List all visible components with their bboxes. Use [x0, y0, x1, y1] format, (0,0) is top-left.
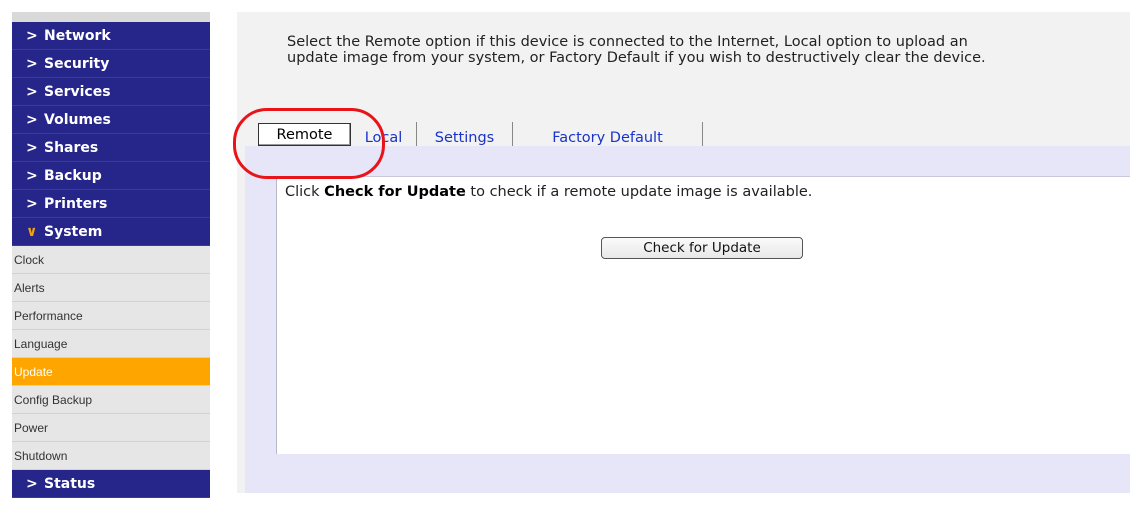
sidebar-item-system[interactable]: ∨ System [12, 218, 210, 246]
sidebar-item-label: System [44, 223, 103, 240]
sidebar-subitem-config-backup[interactable]: Config Backup [12, 386, 210, 414]
tab-remote[interactable]: Remote [258, 123, 351, 146]
chevron-right-icon: > [26, 27, 38, 44]
instructions-line-1: Select the Remote option if this device … [287, 34, 968, 50]
chevron-right-icon: > [26, 55, 38, 72]
tab-settings[interactable]: Settings [417, 122, 513, 146]
remote-update-message: Click Check for Update to check if a rem… [285, 184, 812, 200]
update-instructions: Select the Remote option if this device … [287, 34, 1117, 66]
sidebar-item-label: Shares [44, 139, 99, 156]
sidebar-item-label: Backup [44, 167, 102, 184]
chevron-right-icon: > [26, 111, 38, 128]
chevron-right-icon: > [26, 475, 38, 492]
sidebar-nav: > Network > Security > Services > Volume… [12, 22, 210, 498]
sidebar-item-volumes[interactable]: > Volumes [12, 106, 210, 134]
sidebar-item-label: Status [44, 475, 96, 492]
sidebar-subitem-clock[interactable]: Clock [12, 246, 210, 274]
sidebar-subitem-language[interactable]: Language [12, 330, 210, 358]
sidebar-item-label: Volumes [44, 111, 111, 128]
sidebar-item-label: Printers [44, 195, 108, 212]
message-prefix: Click [285, 184, 325, 200]
sidebar-item-services[interactable]: > Services [12, 78, 210, 106]
sidebar-subitem-shutdown[interactable]: Shutdown [12, 442, 210, 470]
sidebar-top-cap [12, 12, 210, 22]
tab-factory-default[interactable]: Factory Default [513, 122, 703, 146]
sidebar-item-label: Services [44, 83, 111, 100]
update-tabs: Remote Local Settings Factory Default [258, 122, 703, 146]
sidebar-subitem-alerts[interactable]: Alerts [12, 274, 210, 302]
tab-local[interactable]: Local [351, 122, 417, 146]
sidebar-subitem-power[interactable]: Power [12, 414, 210, 442]
sidebar-item-backup[interactable]: > Backup [12, 162, 210, 190]
chevron-down-icon: ∨ [26, 223, 38, 240]
sidebar-subitem-performance[interactable]: Performance [12, 302, 210, 330]
remote-update-content: Click Check for Update to check if a rem… [276, 176, 1130, 454]
message-bold: Check for Update [324, 184, 466, 200]
sidebar-item-security[interactable]: > Security [12, 50, 210, 78]
sidebar-item-printers[interactable]: > Printers [12, 190, 210, 218]
sidebar-item-status[interactable]: > Status [12, 470, 210, 498]
chevron-right-icon: > [26, 195, 38, 212]
instructions-line-2: update image from your system, or Factor… [287, 50, 986, 66]
sidebar-item-network[interactable]: > Network [12, 22, 210, 50]
chevron-right-icon: > [26, 139, 38, 156]
sidebar-item-label: Security [44, 55, 110, 72]
message-suffix: to check if a remote update image is ava… [465, 184, 813, 200]
chevron-right-icon: > [26, 83, 38, 100]
chevron-right-icon: > [26, 167, 38, 184]
sidebar-item-label: Network [44, 27, 111, 44]
check-for-update-button[interactable]: Check for Update [601, 237, 803, 259]
sidebar-item-shares[interactable]: > Shares [12, 134, 210, 162]
sidebar-subitem-update[interactable]: Update [12, 358, 210, 386]
